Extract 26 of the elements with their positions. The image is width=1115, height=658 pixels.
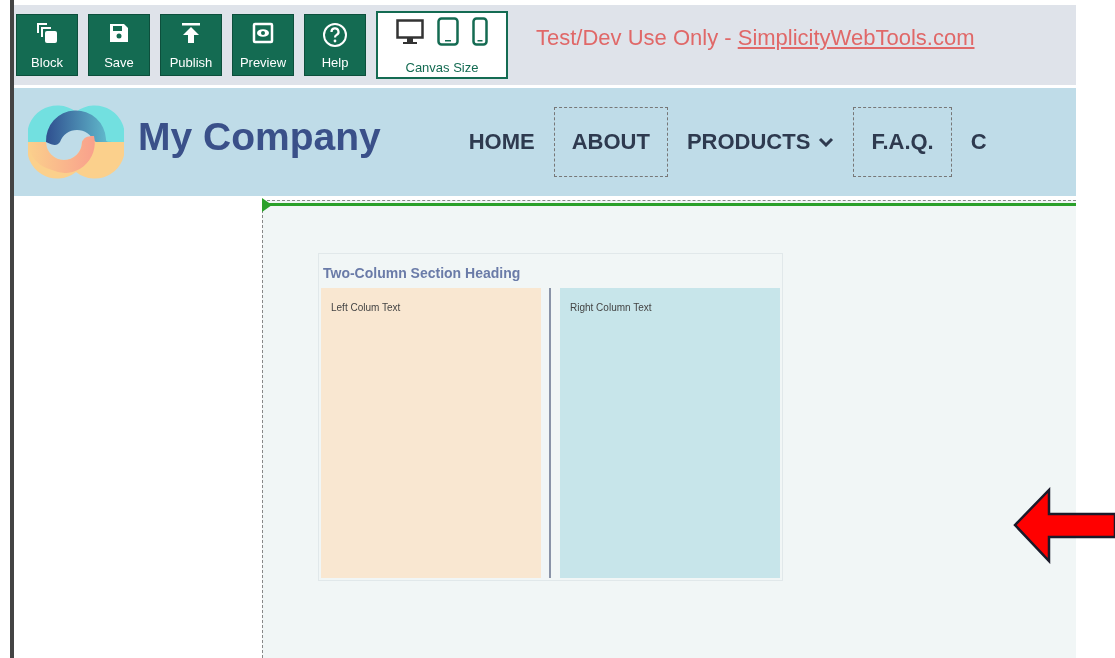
- help-button[interactable]: Help: [304, 14, 366, 76]
- column-text: Right Column Text: [560, 288, 780, 578]
- preview-button[interactable]: Preview: [232, 14, 294, 76]
- tablet-icon: [437, 17, 459, 46]
- canvas-size-button[interactable]: Canvas Size: [376, 11, 508, 79]
- block-button[interactable]: Block: [16, 14, 78, 76]
- nav-dropdown[interactable]: PRODUCTS: [668, 107, 853, 177]
- nav-link[interactable]: HOME: [450, 107, 553, 177]
- eye-icon: [252, 22, 274, 44]
- company-name: My Company: [138, 115, 381, 159]
- section-heading: Two-Column Section Heading: [323, 265, 522, 281]
- notice-text: Test/Dev Use Only - SimplicityWebTools.com: [536, 25, 975, 51]
- column-text: Left Colum Text: [321, 288, 541, 578]
- nav-link[interactable]: F.A.Q.: [853, 107, 952, 177]
- desktop-icon: [396, 19, 424, 46]
- nav-link[interactable]: ABOUT: [553, 107, 668, 177]
- save-icon: [108, 22, 130, 44]
- copy-icon: [36, 22, 58, 44]
- phone-icon: [472, 17, 488, 46]
- help-icon: [322, 22, 348, 48]
- save-button[interactable]: Save: [88, 14, 150, 76]
- logo-icon: [28, 102, 124, 182]
- publish-button[interactable]: Publish: [160, 14, 222, 76]
- nav-link[interactable]: C: [952, 107, 1005, 177]
- chevron-down-icon: [818, 137, 835, 147]
- upload-icon: [180, 22, 202, 44]
